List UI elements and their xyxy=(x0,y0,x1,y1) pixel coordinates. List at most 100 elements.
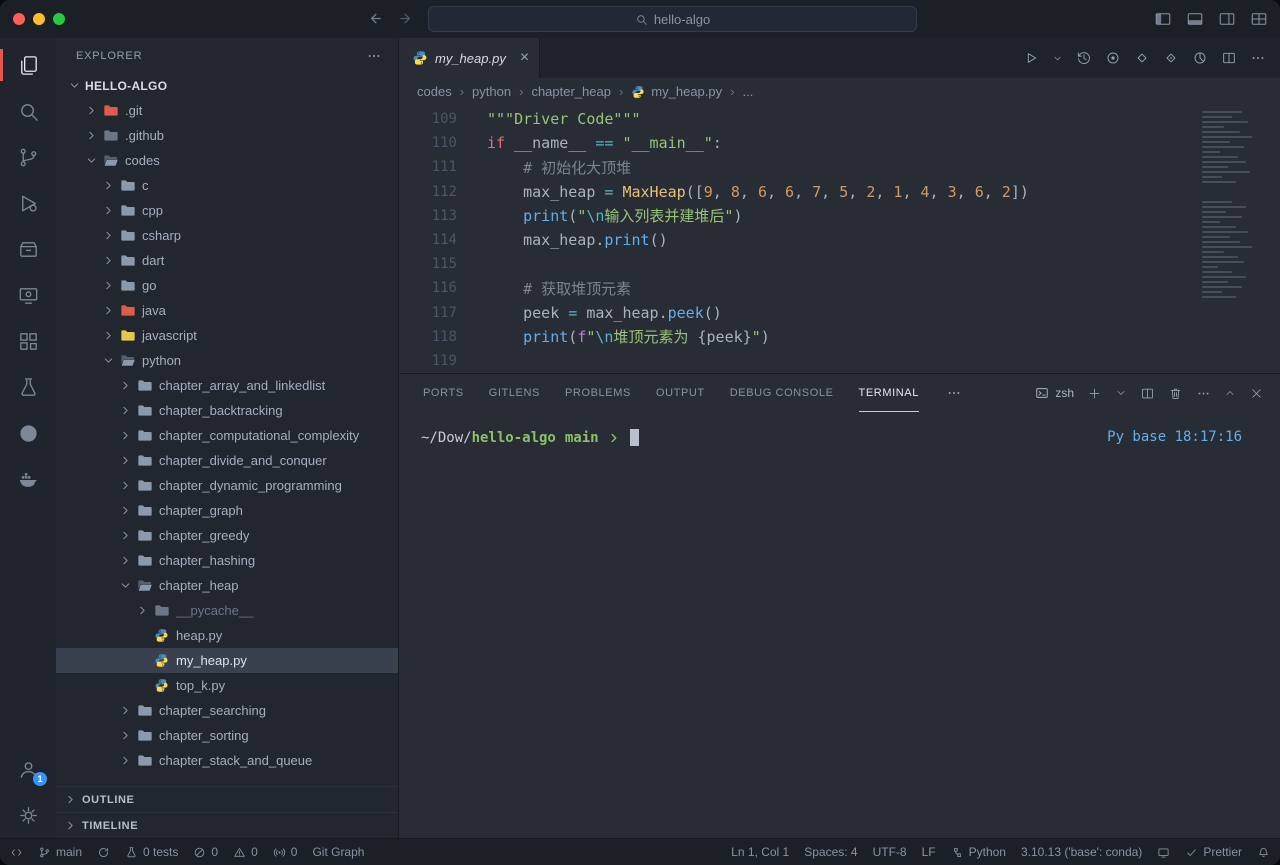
status-git-branch[interactable]: main xyxy=(38,845,82,859)
panel-more-icon[interactable] xyxy=(946,385,962,401)
code-line-113[interactable]: 113 print("\n输入列表并建堆后") xyxy=(399,204,1280,228)
close-window-button[interactable] xyxy=(13,13,25,25)
tree-item-csharp[interactable]: csharp xyxy=(56,223,398,248)
code-line-110[interactable]: 110if __name__ == "__main__": xyxy=(399,131,1280,155)
activity-account-icon[interactable]: 1 xyxy=(0,746,56,792)
activity-search-icon[interactable] xyxy=(0,88,56,134)
tree-root-hello-algo[interactable]: HELLO-ALGO xyxy=(56,73,398,98)
tree-item-c[interactable]: c xyxy=(56,173,398,198)
status-ports[interactable]: 0 xyxy=(273,845,298,859)
activity-source-control-icon[interactable] xyxy=(0,134,56,180)
shell-selector[interactable]: zsh xyxy=(1035,386,1074,400)
panel-tab-output[interactable]: OUTPUT xyxy=(656,374,705,412)
diamond-icon[interactable] xyxy=(1134,50,1150,66)
forward-arrow-icon[interactable] xyxy=(398,10,415,27)
breadcrumb-item-my-heap-py[interactable]: my_heap.py xyxy=(631,84,722,99)
split-editor-icon[interactable] xyxy=(1221,50,1237,66)
code-line-109[interactable]: 109"""Driver Code""" xyxy=(399,107,1280,131)
status-notifications-bell[interactable] xyxy=(1257,846,1270,859)
status-remote-indicator[interactable] xyxy=(10,846,23,859)
status-git-graph[interactable]: Git Graph xyxy=(312,845,364,859)
breadcrumb-item-python[interactable]: python xyxy=(472,84,511,99)
status-encoding[interactable]: UTF-8 xyxy=(873,845,907,859)
close-icon[interactable] xyxy=(1249,386,1264,401)
chevron-up-icon[interactable] xyxy=(1224,387,1236,399)
tree-item-top-k-py[interactable]: top_k.py xyxy=(56,673,398,698)
tree-item-chapter-dynamic-programming[interactable]: chapter_dynamic_programming xyxy=(56,473,398,498)
activity-remote-explorer-icon[interactable] xyxy=(0,272,56,318)
activity-docker-whale-icon[interactable] xyxy=(0,456,56,502)
record-circle-icon[interactable] xyxy=(1105,50,1121,66)
command-center-search[interactable]: hello-algo xyxy=(428,6,917,32)
code-line-117[interactable]: 117 peek = max_heap.peek() xyxy=(399,301,1280,325)
code-line-119[interactable]: 119 xyxy=(399,349,1280,373)
code-line-115[interactable]: 115 xyxy=(399,252,1280,276)
tree-item-my-heap-py[interactable]: my_heap.py xyxy=(56,648,398,673)
tree-item-github[interactable]: .github xyxy=(56,123,398,148)
tree-item-chapter-computational-complexity[interactable]: chapter_computational_complexity xyxy=(56,423,398,448)
status-language-python[interactable]: Python xyxy=(951,845,1006,859)
back-arrow-icon[interactable] xyxy=(366,10,383,27)
status-errors[interactable]: 0 xyxy=(193,845,218,859)
tree-item-chapter-graph[interactable]: chapter_graph xyxy=(56,498,398,523)
tree-item-chapter-heap[interactable]: chapter_heap xyxy=(56,573,398,598)
tree-item-heap-py[interactable]: heap.py xyxy=(56,623,398,648)
split-editor-icon[interactable] xyxy=(1140,386,1155,401)
timeline-section[interactable]: TIMELINE xyxy=(56,812,398,838)
activity-github-icon[interactable] xyxy=(0,410,56,456)
plus-icon[interactable] xyxy=(1087,386,1102,401)
pie-circle-icon[interactable] xyxy=(1192,50,1208,66)
outline-section[interactable]: OUTLINE xyxy=(56,786,398,812)
terminal[interactable]: ~/Dow/hello-algomain Py base 18:17:16 xyxy=(399,412,1280,838)
trash-icon[interactable] xyxy=(1168,386,1183,401)
code-line-118[interactable]: 118 print(f"\n堆顶元素为 {peek}") xyxy=(399,325,1280,349)
tab-my-heap-py[interactable]: my_heap.py × xyxy=(399,38,540,78)
tree-item-codes[interactable]: codes xyxy=(56,148,398,173)
activity-package-box-icon[interactable] xyxy=(0,226,56,272)
tree-item-pycache[interactable]: __pycache__ xyxy=(56,598,398,623)
tree-item-chapter-backtracking[interactable]: chapter_backtracking xyxy=(56,398,398,423)
explorer-actions-icon[interactable] xyxy=(366,48,382,64)
panel-tab-debug-console[interactable]: DEBUG CONSOLE xyxy=(730,374,834,412)
tree-item-chapter-sorting[interactable]: chapter_sorting xyxy=(56,723,398,748)
tree-item-cpp[interactable]: cpp xyxy=(56,198,398,223)
status-cursor-position[interactable]: Ln 1, Col 1 xyxy=(731,845,789,859)
layout-grid-icon[interactable] xyxy=(1250,10,1268,28)
activity-explorer-icon[interactable] xyxy=(0,42,56,88)
status-screencast[interactable] xyxy=(1157,846,1170,859)
code-line-116[interactable]: 116 # 获取堆顶元素 xyxy=(399,276,1280,300)
layout-sidebar-left-icon[interactable] xyxy=(1154,10,1172,28)
status-sync[interactable] xyxy=(97,846,110,859)
ellipsis-icon[interactable] xyxy=(1196,386,1211,401)
code-line-114[interactable]: 114 max_heap.print() xyxy=(399,228,1280,252)
diamond-dot-icon[interactable] xyxy=(1163,50,1179,66)
activity-run-debug-icon[interactable] xyxy=(0,180,56,226)
minimize-window-button[interactable] xyxy=(33,13,45,25)
tree-item-chapter-searching[interactable]: chapter_searching xyxy=(56,698,398,723)
status-eol[interactable]: LF xyxy=(922,845,936,859)
maximize-window-button[interactable] xyxy=(53,13,65,25)
activity-settings-gear-icon[interactable] xyxy=(0,792,56,838)
tree-item-chapter-array-and-linkedlist[interactable]: chapter_array_and_linkedlist xyxy=(56,373,398,398)
chevron-down-icon[interactable] xyxy=(1052,53,1063,64)
code-editor[interactable]: 109"""Driver Code"""110if __name__ == "_… xyxy=(399,105,1280,373)
tree-item-dart[interactable]: dart xyxy=(56,248,398,273)
code-line-112[interactable]: 112 max_heap = MaxHeap([9, 8, 6, 6, 7, 5… xyxy=(399,180,1280,204)
tree-item-javascript[interactable]: javascript xyxy=(56,323,398,348)
breadcrumb-item-[interactable]: ... xyxy=(742,84,753,99)
panel-tab-terminal[interactable]: TERMINAL xyxy=(859,374,919,412)
run-play-icon[interactable] xyxy=(1023,50,1039,66)
layout-panel-bottom-icon[interactable] xyxy=(1186,10,1204,28)
breadcrumb-item-chapter-heap[interactable]: chapter_heap xyxy=(531,84,611,99)
panel-tab-gitlens[interactable]: GITLENS xyxy=(489,374,540,412)
panel-tab-problems[interactable]: PROBLEMS xyxy=(565,374,631,412)
tree-item-chapter-divide-and-conquer[interactable]: chapter_divide_and_conquer xyxy=(56,448,398,473)
tree-item-git[interactable]: .git xyxy=(56,98,398,123)
panel-tab-ports[interactable]: PORTS xyxy=(423,374,464,412)
minimap[interactable] xyxy=(1202,111,1268,301)
tree-item-python[interactable]: python xyxy=(56,348,398,373)
ellipsis-icon[interactable] xyxy=(1250,50,1266,66)
code-line-111[interactable]: 111 # 初始化大顶堆 xyxy=(399,155,1280,179)
status-indentation[interactable]: Spaces: 4 xyxy=(804,845,857,859)
history-icon[interactable] xyxy=(1076,50,1092,66)
